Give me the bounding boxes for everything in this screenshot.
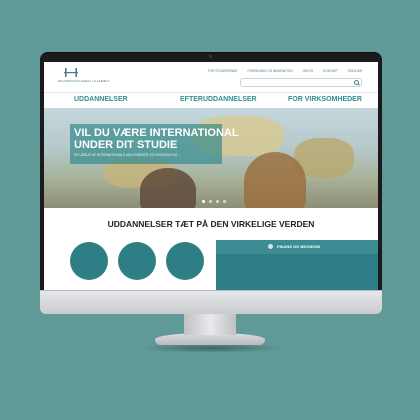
- education-circle[interactable]: [166, 242, 204, 280]
- top-links: FOR STUDERENDE FORSKNING OG INNOVATION O…: [208, 69, 362, 73]
- nav-item-virksomheder[interactable]: FOR VIRKSOMHEDER: [288, 96, 362, 103]
- education-circle[interactable]: [118, 242, 156, 280]
- top-link-students[interactable]: FOR STUDERENDE: [208, 69, 238, 73]
- main-nav: UDDANNELSER EFTERUDDANNELSER FOR VIRKSOM…: [44, 92, 378, 107]
- hero-banner[interactable]: VIL DU VÆRE INTERNATIONAL UNDER DIT STUD…: [44, 108, 378, 208]
- slider-dots: [202, 200, 226, 203]
- slider-dot[interactable]: [209, 200, 212, 203]
- site-logo[interactable]: ERHVERVSAKADEMI LILLEBÆLT: [58, 68, 110, 86]
- logo-text: ERHVERVSAKADEMI LILLEBÆLT: [58, 79, 110, 83]
- site-header: ERHVERVSAKADEMI LILLEBÆLT FOR STUDERENDE…: [44, 62, 378, 92]
- finance-card[interactable]: FINANS OG ØKONOMI: [216, 240, 378, 290]
- education-circle[interactable]: [70, 242, 108, 280]
- search-icon[interactable]: [354, 80, 359, 85]
- top-link-research[interactable]: FORSKNING OG INNOVATION: [247, 69, 292, 73]
- nav-item-uddannelser[interactable]: UDDANNELSER: [74, 96, 128, 103]
- monitor-neck: [184, 313, 236, 335]
- card-label: FINANS OG ØKONOMI: [277, 244, 320, 249]
- hero-title-line-2: UNDER DIT STUDIE: [74, 139, 178, 151]
- camera-icon: [209, 55, 212, 58]
- hero-caption: VIL DU VÆRE INTERNATIONAL UNDER DIT STUD…: [70, 124, 239, 164]
- top-link-contact[interactable]: KONTAKT: [323, 69, 338, 73]
- coin-icon: [268, 244, 273, 249]
- slider-dot[interactable]: [202, 200, 205, 203]
- hero-subtitle: SE UDBUD AF INTERNATIONALE MULIGHEDER OG…: [74, 153, 181, 157]
- website-screen: ERHVERVSAKADEMI LILLEBÆLT FOR STUDERENDE…: [44, 62, 378, 290]
- hero-title-line-1: VIL DU VÆRE INTERNATIONAL: [74, 127, 239, 139]
- search-input[interactable]: [240, 78, 362, 87]
- person-silhouette: [244, 152, 306, 208]
- monitor-frame: ERHVERVSAKADEMI LILLEBÆLT FOR STUDERENDE…: [40, 52, 382, 290]
- top-link-english[interactable]: ENGLISH: [348, 69, 362, 73]
- monitor-chin: [40, 290, 382, 314]
- slider-dot[interactable]: [223, 200, 226, 203]
- top-link-about[interactable]: OM OS: [303, 69, 314, 73]
- slider-dot[interactable]: [216, 200, 219, 203]
- card-header: FINANS OG ØKONOMI: [216, 240, 378, 254]
- nav-item-efteruddannelser[interactable]: EFTERUDDANNELSER: [180, 96, 257, 103]
- logo-bridge-icon: [64, 68, 78, 77]
- hero-title: VIL DU VÆRE INTERNATIONAL UNDER DIT STUD…: [74, 127, 239, 151]
- section-title: UDDANNELSER TÆT PÅ DEN VIRKELIGE VERDEN: [107, 219, 315, 229]
- person-silhouette: [140, 168, 196, 208]
